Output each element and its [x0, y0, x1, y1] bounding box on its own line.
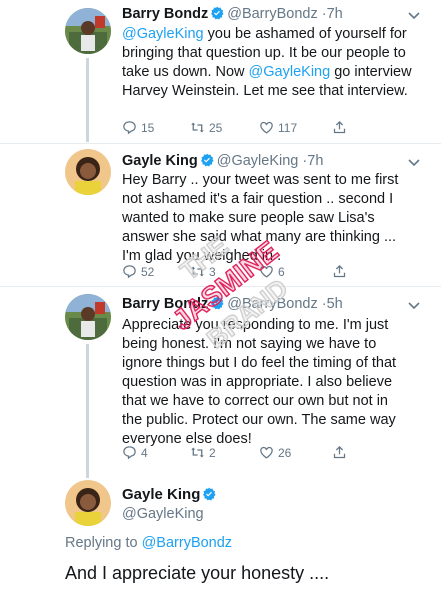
display-name[interactable]: Barry Bondz	[122, 296, 208, 312]
like-button[interactable]: 26	[259, 445, 291, 460]
display-name[interactable]: Barry Bondz	[122, 6, 208, 22]
tweet-actions: 52 3 6	[122, 264, 362, 280]
detail-text: And I appreciate your honesty ....	[65, 563, 330, 583]
tweet-text: @GayleKing you be ashamed of yourself fo…	[122, 25, 412, 101]
heart-icon	[260, 121, 273, 134]
tweet-actions: 15 25 117	[122, 120, 362, 136]
reply-button[interactable]: 15	[122, 120, 154, 135]
timestamp[interactable]: 7h	[327, 6, 343, 22]
retweet-icon	[191, 447, 204, 458]
tweet-header: Barry Bondz @BarryBondz ·5h	[122, 296, 343, 312]
like-button[interactable]: 117	[259, 120, 297, 135]
avatar-gayle-king[interactable]	[65, 149, 111, 195]
timestamp[interactable]: 7h	[307, 153, 323, 169]
reply-button[interactable]: 4	[122, 445, 148, 460]
reply-count: 52	[141, 264, 155, 279]
heart-icon	[260, 446, 273, 459]
reply-icon	[123, 446, 136, 460]
display-name[interactable]: Gayle King	[122, 486, 219, 503]
retweet-button[interactable]: 3	[190, 264, 216, 279]
retweet-count: 25	[209, 120, 223, 135]
mention-link[interactable]: @BarryBondz	[142, 535, 232, 551]
avatar-gayle-king[interactable]	[65, 480, 111, 526]
verified-badge-icon	[203, 487, 216, 501]
divider	[0, 286, 441, 287]
share-icon	[333, 120, 346, 134]
reply-count: 15	[141, 120, 155, 135]
display-name-text[interactable]: Gayle King	[122, 486, 200, 503]
share-button[interactable]	[332, 445, 347, 460]
reply-button[interactable]: 52	[122, 264, 154, 279]
retweet-icon	[191, 266, 204, 277]
user-handle[interactable]: @GayleKing	[217, 153, 299, 169]
tweet-actions: 4 2 26	[122, 445, 362, 461]
verified-badge-icon	[211, 296, 224, 310]
display-name[interactable]: Gayle King	[122, 153, 198, 169]
replying-prefix: Replying to	[65, 535, 142, 551]
reply-icon	[123, 265, 136, 279]
text-segment: Hey Barry .. your tweet was sent to me f…	[122, 172, 399, 264]
reply-count: 4	[141, 445, 148, 460]
like-count: 117	[278, 120, 298, 135]
like-count: 6	[278, 264, 285, 279]
tweet-text: Appreciate you responding to me. I'm jus…	[122, 316, 412, 449]
chevron-down-icon[interactable]	[408, 159, 420, 167]
thread-line	[86, 344, 89, 478]
avatar-barry-bondz[interactable]	[65, 294, 111, 340]
avatar-barry-bondz[interactable]	[65, 8, 111, 54]
text-segment: Appreciate you responding to me. I'm jus…	[122, 317, 397, 447]
share-button[interactable]	[332, 120, 347, 135]
mention-link[interactable]: @GayleKing	[249, 64, 331, 80]
chevron-down-icon[interactable]	[408, 12, 420, 20]
tweet-header: Barry Bondz @BarryBondz ·7h	[122, 6, 343, 22]
like-button[interactable]: 6	[259, 264, 285, 279]
user-handle[interactable]: @BarryBondz	[227, 296, 317, 312]
reply-icon	[123, 121, 136, 135]
thread-line	[86, 58, 89, 142]
tweet-text: Hey Barry .. your tweet was sent to me f…	[122, 171, 412, 266]
retweet-button[interactable]: 2	[190, 445, 216, 460]
like-count: 26	[278, 445, 292, 460]
tweet-header: Gayle King @GayleKing ·7h	[122, 153, 323, 169]
verified-badge-icon	[200, 153, 214, 167]
replying-to: Replying to @BarryBondz	[65, 535, 232, 551]
user-handle[interactable]: @BarryBondz	[227, 6, 317, 22]
heart-icon	[260, 265, 273, 278]
retweet-button[interactable]: 25	[190, 120, 222, 135]
share-button[interactable]	[332, 264, 347, 279]
user-handle[interactable]: @GayleKing	[122, 506, 204, 522]
timestamp[interactable]: 5h	[327, 296, 343, 312]
retweet-icon	[191, 122, 204, 133]
divider	[0, 143, 441, 144]
chevron-down-icon[interactable]	[408, 302, 420, 310]
retweet-count: 2	[209, 445, 216, 460]
share-icon	[333, 445, 346, 459]
retweet-count: 3	[209, 264, 216, 279]
share-icon	[333, 264, 346, 278]
verified-badge-icon	[211, 6, 224, 20]
mention-link[interactable]: @GayleKing	[122, 26, 204, 42]
